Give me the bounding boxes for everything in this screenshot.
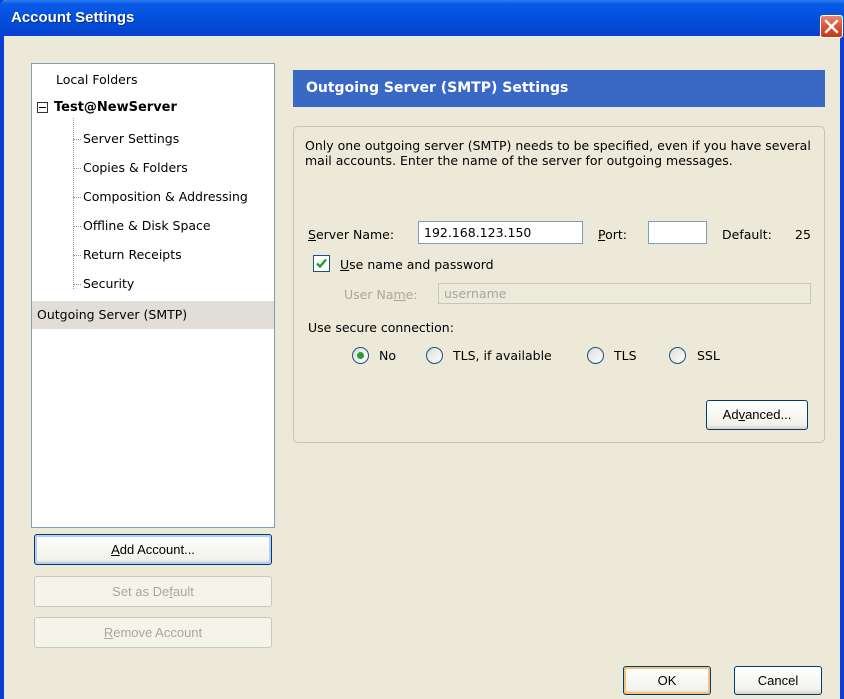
radio-tls[interactable] <box>587 347 604 364</box>
collapse-icon[interactable] <box>37 102 48 113</box>
tree-item-local-folders[interactable]: Local Folders <box>56 70 138 90</box>
set-default-label-post: ault <box>172 584 194 599</box>
window-title: Account Settings <box>11 9 135 26</box>
default-port-label: Default: <box>722 227 772 242</box>
default-port-value: 25 <box>795 227 811 242</box>
port-label: Port: <box>598 227 627 242</box>
server-name-input[interactable]: 192.168.123.150 <box>418 221 583 244</box>
tree-connector <box>73 226 81 227</box>
advanced-label-post: anced... <box>745 407 792 422</box>
tree-item-outgoing-server[interactable]: Outgoing Server (SMTP) <box>32 301 274 329</box>
close-icon <box>824 19 839 34</box>
tree-item-security[interactable]: Security <box>83 274 134 294</box>
add-account-label-key: A <box>111 542 120 557</box>
radio-ssl[interactable] <box>669 347 686 364</box>
advanced-button[interactable]: Advanced... <box>706 400 808 430</box>
tree-item-composition-addressing[interactable]: Composition & Addressing <box>83 187 248 207</box>
remove-account-label-key: R <box>103 625 114 640</box>
radio-no[interactable] <box>352 347 369 364</box>
server-name-label: Server Name: <box>308 227 395 242</box>
radio-tls-label[interactable]: TLS <box>614 348 637 363</box>
tree-item-outgoing-label: Outgoing Server (SMTP) <box>37 307 188 322</box>
ok-button[interactable]: OK <box>623 666 711 695</box>
tree-connector <box>73 284 81 285</box>
tree-item-return-receipts[interactable]: Return Receipts <box>83 245 182 265</box>
advanced-label-pre: Ad <box>722 407 739 422</box>
tree-connector <box>73 168 81 169</box>
tree-item-offline-disk-space[interactable]: Offline & Disk Space <box>83 216 211 236</box>
add-account-label-post: dd Account... <box>119 542 195 557</box>
tree-connector <box>73 255 81 256</box>
use-name-password-checkbox[interactable] <box>313 255 330 272</box>
tree-connector <box>73 197 81 198</box>
use-name-password-label[interactable]: Use name and password <box>340 257 494 272</box>
tree-connector <box>73 118 74 289</box>
secure-connection-label: Use secure connection: <box>308 320 454 335</box>
tree-item-account[interactable]: Test@NewServer <box>54 98 177 118</box>
tree-item-copies-folders[interactable]: Copies & Folders <box>83 158 188 178</box>
cancel-button[interactable]: Cancel <box>734 666 822 695</box>
radio-no-label[interactable]: No <box>379 348 396 363</box>
close-button[interactable] <box>820 15 843 38</box>
radio-ssl-label[interactable]: SSL <box>697 348 720 363</box>
user-name-label: User Name: <box>344 287 418 302</box>
account-tree[interactable]: Local Folders Test@NewServer Server Sett… <box>31 63 275 528</box>
remove-account-label-post: emove Account <box>113 625 203 640</box>
radio-tls-if-available[interactable] <box>426 347 443 364</box>
tree-item-server-settings[interactable]: Server Settings <box>83 129 179 149</box>
title-bar[interactable]: Account Settings <box>0 0 844 38</box>
set-default-label-pre: Set as De <box>112 584 170 599</box>
port-input[interactable] <box>648 221 707 244</box>
radio-selected-dot <box>357 352 364 359</box>
smtp-description: Only one outgoing server (SMTP) needs to… <box>305 138 811 168</box>
add-account-button[interactable]: Add Account... <box>34 534 272 565</box>
remove-account-button[interactable]: Remove Account <box>34 617 272 648</box>
user-name-input[interactable]: username <box>438 283 811 304</box>
panel-header: Outgoing Server (SMTP) Settings <box>293 70 825 107</box>
tree-connector <box>73 139 81 140</box>
set-default-button[interactable]: Set as Default <box>34 576 272 607</box>
radio-tls-if-available-label[interactable]: TLS, if available <box>453 348 552 363</box>
checkmark-icon <box>316 258 327 269</box>
